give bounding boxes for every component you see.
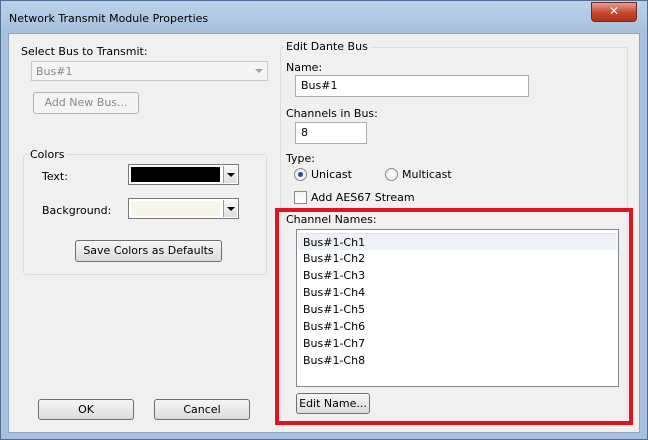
aes67-checkbox[interactable] bbox=[294, 191, 307, 204]
background-color-label: Background: bbox=[42, 204, 112, 217]
window-title: Network Transmit Module Properties bbox=[9, 12, 209, 25]
bus-select-value: Bus#1 bbox=[36, 65, 73, 78]
highlight-annotation-box bbox=[275, 208, 633, 425]
save-colors-button[interactable]: Save Colors as Defaults bbox=[75, 240, 222, 262]
aes67-checkbox-label[interactable]: Add AES67 Stream bbox=[311, 191, 415, 204]
close-button[interactable]: ✕ bbox=[591, 2, 637, 22]
dialog-window: Network Transmit Module Properties ✕ Sel… bbox=[0, 0, 648, 440]
edit-dante-bus-group-label: Edit Dante Bus bbox=[284, 40, 370, 53]
text-color-label: Text: bbox=[42, 170, 68, 183]
colors-group-label: Colors bbox=[28, 148, 67, 161]
type-label: Type: bbox=[286, 152, 315, 165]
bus-select[interactable]: Bus#1 bbox=[31, 61, 268, 81]
channels-in-bus-label: Channels in Bus: bbox=[286, 107, 378, 120]
dropdown-arrow-icon[interactable] bbox=[223, 200, 237, 217]
channels-in-bus-input[interactable]: 8 bbox=[295, 122, 367, 144]
multicast-radio-label[interactable]: Multicast bbox=[402, 168, 452, 181]
background-color-swatch bbox=[131, 201, 220, 216]
name-input[interactable]: Bus#1 bbox=[295, 75, 529, 97]
text-color-picker[interactable] bbox=[128, 164, 239, 185]
background-color-picker[interactable] bbox=[128, 198, 239, 219]
multicast-radio[interactable] bbox=[385, 168, 398, 181]
ok-button[interactable]: OK bbox=[38, 399, 134, 420]
unicast-radio-label[interactable]: Unicast bbox=[311, 168, 352, 181]
dialog-client-area: Select Bus to Transmit: Bus#1 Add New Bu… bbox=[8, 33, 640, 433]
select-bus-label: Select Bus to Transmit: bbox=[21, 45, 148, 58]
dropdown-arrow-icon[interactable] bbox=[223, 166, 237, 183]
chevron-down-icon bbox=[255, 69, 263, 73]
add-new-bus-button[interactable]: Add New Bus... bbox=[33, 92, 139, 114]
text-color-swatch bbox=[131, 167, 220, 182]
close-icon: ✕ bbox=[608, 4, 620, 18]
title-bar[interactable]: Network Transmit Module Properties ✕ bbox=[1, 1, 647, 33]
cancel-button[interactable]: Cancel bbox=[154, 399, 250, 420]
name-label: Name: bbox=[286, 61, 323, 74]
unicast-radio[interactable] bbox=[294, 168, 307, 181]
